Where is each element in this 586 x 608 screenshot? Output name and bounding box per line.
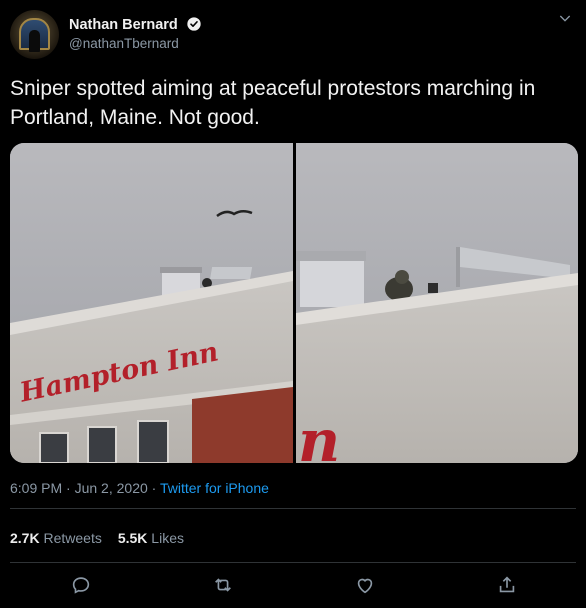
avatar[interactable] [10,10,59,59]
sign-fragment: n [298,407,340,463]
avatar-figure [29,30,40,52]
reply-icon[interactable] [70,574,96,600]
share-icon[interactable] [496,574,522,600]
tweet-actions [0,572,586,602]
retweets-stat[interactable]: 2.7K Retweets [10,530,102,546]
chevron-down-icon[interactable] [554,10,576,32]
heart-icon[interactable] [354,574,380,600]
media-photo: Hampton Inn n [10,143,578,463]
author-handle[interactable]: @nathanTbernard [69,36,179,51]
retweets-count: 2.7K [10,530,40,546]
tweet-date[interactable]: Jun 2, 2020 [75,480,148,496]
retweets-label: Retweets [43,530,102,546]
tweet-stats: 2.7K Retweets 5.5K Likes [10,530,184,546]
tweet-time[interactable]: 6:09 PM [10,480,62,496]
meta-separator: · [66,480,71,496]
likes-count: 5.5K [117,530,148,546]
tweet-meta: 6:09 PM · Jun 2, 2020 · Twitter for iPho… [10,480,269,496]
meta-separator: · [151,480,157,496]
likes-label: Likes [151,530,184,546]
divider [10,508,576,509]
likes-stat[interactable]: 5.5K Likes [118,530,184,546]
verified-badge-icon [186,16,202,32]
author-name[interactable]: Nathan Bernard [69,17,178,33]
retweet-icon[interactable] [212,574,238,600]
tweet-source-link[interactable]: Twitter for iPhone [160,480,269,496]
divider [10,562,576,563]
tweet-header: Nathan Bernard @nathanTbernard [10,10,576,62]
tweet-media[interactable]: Hampton Inn n [10,143,578,463]
author-name-row[interactable]: Nathan Bernard [69,16,202,33]
tweet-text: Sniper spotted aiming at peaceful protes… [10,77,536,129]
